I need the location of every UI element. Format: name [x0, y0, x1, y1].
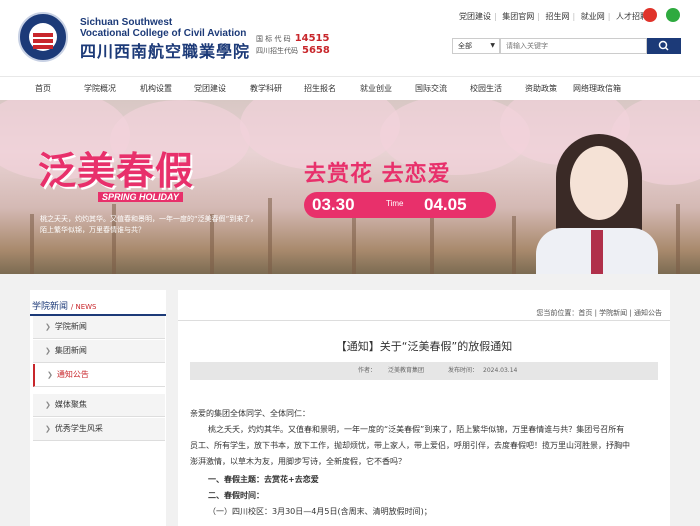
banner-desc-line1: 桃之夭夭，灼灼其华。又值春和景明，一年一度的“泛美春假”到来了， [40, 215, 258, 223]
chevron-right-icon: ❯ [45, 347, 51, 355]
banner-slogan: 去赏花 去恋爱 [304, 162, 451, 187]
sidebar: 学院新闻 / NEWS ❯ 学院新闻 ❯ 集团新闻 ❯ 通知公告 ❯ 媒体聚焦 ❯ 优秀学… [30, 290, 166, 526]
banner-desc-line2: 陌上繁华似锦，万里春情谁与共？ [40, 226, 145, 234]
banner-date-pill: 03.30 Time 04.05 [304, 192, 496, 218]
top-link-group[interactable]: 集团官网 [502, 12, 534, 21]
sidebar-item-notices[interactable]: ❯ 通知公告 [33, 364, 165, 387]
sidebar-title: 学院新闻 / NEWS [32, 299, 97, 312]
code2-label: 四川招生代码 [256, 47, 298, 55]
nav-enrollment[interactable]: 招生报名 [304, 83, 336, 94]
meta-author: 泛美教育集团 [388, 367, 425, 374]
institution-codes: 国 标 代 码 14515 四川招生代码 5658 [256, 33, 330, 57]
article-greeting: 亲爱的集团全体同学、全体同仁： [190, 409, 310, 418]
nav-home[interactable]: 首页 [35, 83, 51, 94]
search-input[interactable]: 请输入关键字 [500, 38, 647, 54]
banner-description: 桃之夭夭，灼灼其华。又值春和景明，一年一度的“泛美春假”到来了， 陌上繁华似锦，… [40, 214, 257, 236]
sidebar-item-students[interactable]: ❯ 优秀学生风采 [33, 418, 165, 441]
breadcrumb[interactable]: 您当前位置：首页 | 学院新闻 | 通知公告 [536, 308, 662, 318]
nav-mailbox[interactable]: 网络理政信箱 [573, 83, 621, 94]
sidebar-title-en: / NEWS [70, 303, 97, 311]
code1-value: 14515 [294, 33, 330, 44]
top-links: 党团建设 | 集团官网 | 招生网 | 就业网 | 人才招聘 [459, 12, 648, 21]
search-button[interactable] [647, 38, 681, 54]
sidebar-item-label: 媒体聚焦 [54, 400, 87, 409]
banner-date-start: 03.30 [312, 195, 355, 214]
school-emblem-icon[interactable] [18, 12, 68, 62]
sidebar-item-college-news[interactable]: ❯ 学院新闻 [33, 316, 165, 339]
sidebar-item-group-news[interactable]: ❯ 集团新闻 [33, 340, 165, 363]
search-scope-value: 全部 [458, 42, 472, 50]
code1-label: 国 标 代 码 [256, 35, 291, 43]
article-para-line3: 澎湃激情，以草木为友，用脚步写诗，全新度假，它不香吗？ [190, 457, 406, 466]
sidebar-title-cn: 学院新闻 [32, 302, 69, 312]
article-para-line1: 桃之夭夭，灼灼其华。又值春和景明，一年一度的“泛美春假”到来了，陌上繁华似锦，万… [208, 425, 625, 434]
logo-chinese-name[interactable]: 四川西南航空職業學院 [80, 38, 250, 62]
nav-international[interactable]: 国际交流 [415, 83, 447, 94]
article-heading-theme: 一、春假主题：去赏花+去恋爱 [208, 475, 319, 484]
chevron-right-icon: ❯ [45, 425, 51, 433]
nav-departments[interactable]: 机构设置 [140, 83, 172, 94]
article-panel: 您当前位置：首页 | 学院新闻 | 通知公告 【通知】关于“泛美春假”的放假通知… [178, 290, 670, 526]
search-scope-select[interactable]: 全部 ▼ [452, 38, 500, 54]
article-para-line2: 员工、所有学生，放下书本，放下工作，抛却烦忧，带上家人，带上爱侣，呼朋引伴，去度… [190, 441, 630, 450]
spring-holiday-banner[interactable]: 泛美春假 SPRING HOLIDAY 桃之夭夭，灼灼其华。又值春和景明，一年一… [0, 100, 700, 274]
banner-date-mid: Time [386, 199, 404, 208]
sidebar-item-label: 通知公告 [56, 370, 89, 379]
banner-title: 泛美春假 [38, 149, 195, 193]
chevron-right-icon: ❯ [47, 371, 53, 379]
nav-aid-policy[interactable]: 资助政策 [525, 83, 557, 94]
sidebar-item-label: 学院新闻 [54, 322, 87, 331]
meta-date-label: 发布时间： [448, 367, 479, 374]
banner-date-end: 04.05 [424, 195, 467, 214]
article-title: 【通知】关于“泛美春假”的放假通知 [335, 340, 513, 353]
search-icon [658, 40, 669, 51]
top-link-party[interactable]: 党团建设 [459, 12, 491, 21]
top-link-jobs[interactable]: 就业网 [581, 12, 605, 21]
site-header: Sichuan Southwest Vocational College of … [0, 0, 700, 76]
nav-campus-life[interactable]: 校园生活 [470, 83, 502, 94]
nav-party[interactable]: 党团建设 [194, 83, 226, 94]
article-item-sichuan: （一）四川校区：3月30日—4月5日(含周末、清明放假时间)； [208, 507, 432, 516]
nav-teaching[interactable]: 教学科研 [250, 83, 282, 94]
top-link-admissions[interactable]: 招生网 [546, 12, 570, 21]
weibo-icon[interactable] [643, 8, 657, 22]
sidebar-item-label: 集团新闻 [54, 346, 87, 355]
code2-value: 5658 [302, 45, 330, 56]
chevron-down-icon: ▼ [490, 42, 495, 49]
nav-employment[interactable]: 就业创业 [360, 83, 392, 94]
wechat-icon[interactable] [666, 8, 680, 22]
article-meta: 作者： 泛美教育集团 发布时间： 2024.03.14 [190, 362, 658, 380]
meta-author-label: 作者： [358, 367, 377, 374]
banner-subtitle: SPRING HOLIDAY [98, 192, 183, 202]
logo-english-line1: Sichuan Southwest [80, 17, 173, 28]
chevron-right-icon: ❯ [45, 323, 51, 331]
main-nav: 首页 学院概况 机构设置 党团建设 教学科研 招生报名 就业创业 国际交流 校园… [0, 76, 700, 100]
meta-date: 2024.03.14 [483, 367, 518, 374]
nav-about[interactable]: 学院概况 [84, 83, 116, 94]
sidebar-item-media[interactable]: ❯ 媒体聚焦 [33, 394, 165, 417]
article-heading-time: 二、春假时间： [208, 491, 264, 500]
sidebar-item-label: 优秀学生风采 [54, 424, 103, 433]
chevron-right-icon: ❯ [45, 401, 51, 409]
